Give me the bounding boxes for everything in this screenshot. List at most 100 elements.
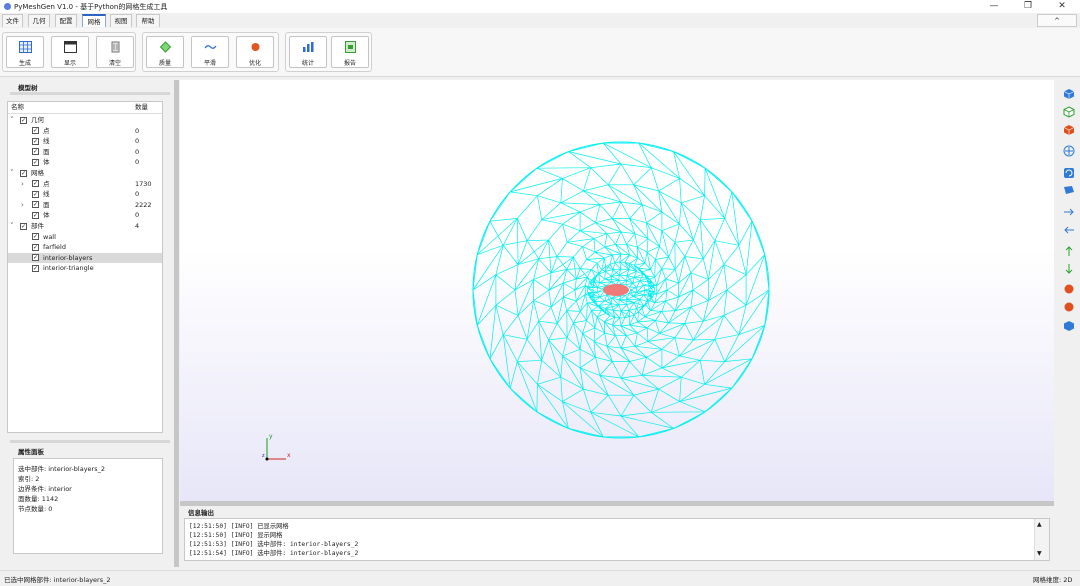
chevron-right-icon[interactable]: › [21, 200, 27, 210]
fit-view-icon[interactable] [1063, 145, 1075, 157]
chevron-right-icon[interactable]: › [21, 179, 27, 189]
mesh-canvas[interactable]: y x z [180, 80, 1054, 501]
tree-item[interactable]: ˅ ✓ 网格 [8, 168, 162, 178]
tree-item[interactable]: ✓ wall [8, 232, 162, 242]
smooth-button[interactable]: 平滑 [191, 36, 229, 68]
tree-item-label: interior-triangle [43, 264, 94, 273]
mesh-viewport[interactable]: y x z [180, 80, 1054, 501]
axis-y-label: y [269, 433, 273, 440]
tree-checkbox[interactable]: ✓ [32, 201, 39, 209]
title-bar: PyMeshGen V1.0 - 基于Python的网格生成工具 — ❐ ✕ [0, 0, 1080, 13]
log-line: [12:51:50] [INFO] 显示网格 [189, 532, 283, 539]
tab-file[interactable]: 文件 [2, 14, 23, 27]
tree-checkbox[interactable]: ✓ [32, 211, 39, 219]
axis-z-label: z [262, 453, 265, 459]
tree-checkbox[interactable]: ✓ [32, 180, 39, 188]
tab-mesh[interactable]: 网格 [82, 14, 106, 27]
tree-item[interactable]: ✓ 点 0 [8, 126, 162, 136]
tree-item[interactable]: ✓ 体 0 [8, 157, 162, 167]
tree-item-label: 面 [43, 200, 50, 209]
tree-item-count: 0 [135, 211, 140, 220]
generate-button[interactable]: 生成 [6, 36, 44, 68]
tree-item-label: 点 [43, 126, 50, 135]
property-panel-title: 属性面板 [18, 448, 44, 456]
tree-checkbox[interactable]: ✓ [20, 222, 27, 230]
ribbon-collapse-button[interactable]: ^ [1037, 14, 1077, 27]
log-line: [12:51:53] [INFO] 选中部件: interior-blayers… [189, 541, 359, 548]
tree-item[interactable]: ✓ interior-blayers [8, 252, 162, 263]
chevron-down-icon[interactable]: ˅ [10, 221, 16, 231]
bar-chart-icon [303, 42, 314, 52]
tree-item[interactable]: ✓ 面 0 [8, 147, 162, 157]
maximize-button[interactable]: ❐ [1011, 0, 1045, 13]
tree-item[interactable]: ✓ 线 0 [8, 189, 162, 199]
minimize-button[interactable]: — [977, 0, 1011, 13]
rotate-view-icon[interactable] [1063, 167, 1075, 179]
close-button[interactable]: ✕ [1045, 0, 1079, 13]
chevron-down-icon[interactable]: ˅ [10, 168, 16, 178]
report-button[interactable]: 报告 [331, 36, 369, 68]
x-plus-icon[interactable] [1063, 206, 1075, 218]
statistics-button[interactable]: 统计 [289, 36, 327, 68]
cube-green-icon[interactable] [1063, 106, 1075, 118]
tree-item[interactable]: ✓ farfield [8, 242, 162, 252]
flat-view-icon[interactable] [1063, 184, 1075, 196]
log-scrollbar[interactable]: ▲ ▼ [1034, 519, 1049, 560]
y-minus-icon[interactable] [1063, 263, 1075, 275]
smooth-icon [204, 45, 217, 49]
tree-checkbox[interactable]: ✓ [20, 116, 27, 124]
tree-checkbox[interactable]: ✓ [32, 264, 39, 272]
ribbon-group-mesh: 生成 显示 清空 [2, 32, 136, 72]
output-log[interactable]: [12:51:50] [INFO] 已显示网格 [12:51:50] [INFO… [184, 518, 1050, 561]
tree-item[interactable]: ˅ ✓ 几何 [8, 115, 162, 125]
tree-checkbox[interactable]: ✓ [32, 137, 39, 145]
tree-checkbox[interactable]: ✓ [32, 127, 39, 135]
tree-item[interactable]: ✓ 线 0 [8, 136, 162, 146]
tab-config[interactable]: 配置 [55, 14, 77, 27]
tree-checkbox[interactable]: ✓ [32, 243, 39, 251]
tree-title-divider [10, 92, 170, 95]
tree-item[interactable]: ˅ ✓ 部件 4 [8, 221, 162, 231]
iso-view-icon[interactable] [1063, 320, 1075, 332]
cube-view-icon[interactable] [1063, 88, 1075, 100]
prop-face-count: 面数量: 1142 [18, 495, 59, 503]
smooth-label: 平滑 [203, 60, 216, 67]
tree-checkbox[interactable]: ✓ [32, 148, 39, 156]
tree-checkbox[interactable]: ✓ [32, 190, 39, 198]
horizontal-splitter[interactable] [180, 501, 1054, 506]
tree-checkbox[interactable]: ✓ [32, 158, 39, 166]
grid-icon [19, 41, 32, 53]
tree-item[interactable]: › ✓ 点 1730 [8, 179, 162, 189]
x-minus-icon[interactable] [1063, 224, 1075, 236]
clear-button[interactable]: 清空 [96, 36, 134, 68]
status-mesh-dimension: 网格维度: 2D [1033, 576, 1073, 584]
z-minus-icon[interactable] [1063, 301, 1075, 313]
quality-button[interactable]: 质量 [146, 36, 184, 68]
tree-header-name: 名称 [11, 103, 24, 111]
scroll-down-icon[interactable]: ▼ [1037, 550, 1042, 557]
scroll-up-icon[interactable]: ▲ [1037, 521, 1042, 528]
tree-item-label: 体 [43, 211, 50, 220]
z-plus-icon[interactable] [1063, 283, 1075, 295]
tree-item[interactable]: › ✓ 面 2222 [8, 200, 162, 210]
diamond-icon [159, 41, 172, 53]
vertical-splitter[interactable] [174, 80, 179, 567]
tree-item-count: 1730 [135, 179, 152, 188]
tree-item[interactable]: ✓ interior-triangle [8, 263, 162, 273]
tab-view[interactable]: 视图 [110, 14, 132, 27]
y-plus-icon[interactable] [1063, 245, 1075, 257]
axes-triad: y x z [262, 433, 291, 461]
property-box: 选中部件: interior-blayers_2 索引: 2 边界条件: int… [13, 458, 163, 554]
tab-geometry[interactable]: 几何 [28, 14, 50, 27]
optimize-button[interactable]: 优化 [236, 36, 274, 68]
display-button[interactable]: 显示 [51, 36, 89, 68]
tab-help[interactable]: 帮助 [136, 14, 160, 27]
tree-checkbox[interactable]: ✓ [32, 254, 39, 262]
chevron-down-icon[interactable]: ˅ [10, 115, 16, 125]
tree-checkbox[interactable]: ✓ [32, 233, 39, 241]
model-tree[interactable]: 名称 数量 ˅ ✓ 几何 ✓ 点 0 ✓ 线 0 ✓ 面 0 ✓ 体 0 ˅ ✓ 网格 › ✓ 点 1730 ✓ 线 0 › ✓ 面 2… [7, 101, 163, 433]
tree-checkbox[interactable]: ✓ [20, 169, 27, 177]
cube-red-icon[interactable] [1063, 124, 1075, 136]
tree-item[interactable]: ✓ 体 0 [8, 210, 162, 220]
trash-icon [111, 41, 120, 53]
